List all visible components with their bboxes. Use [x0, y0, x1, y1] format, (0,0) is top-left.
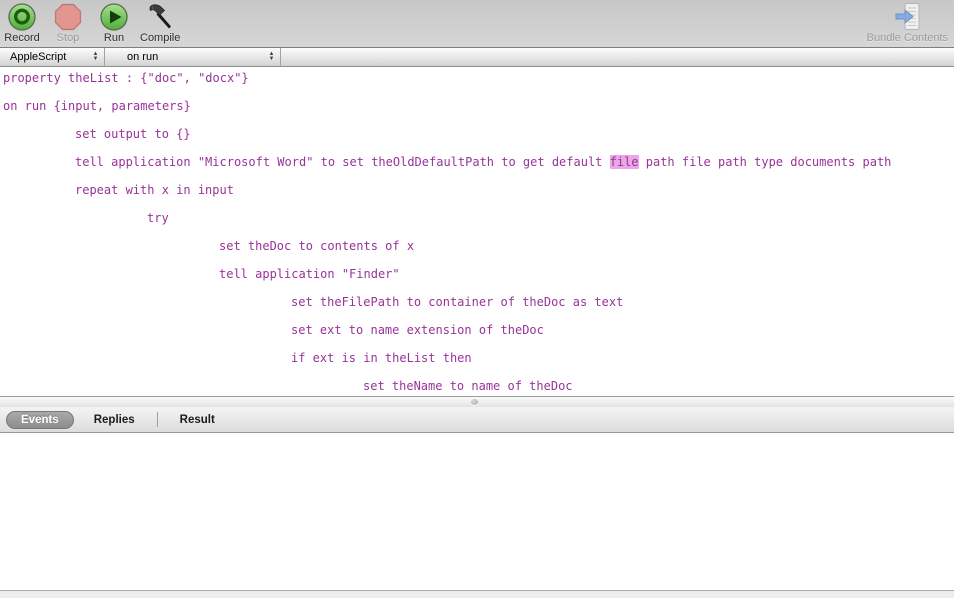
tab-events[interactable]: Events: [6, 410, 74, 429]
bundle-contents-button: Bundle Contents: [867, 2, 948, 44]
toolbar-left-group: Record Stop Run Compile: [2, 2, 186, 44]
code-lines: property theList : {"doc", "docx"} on run…: [3, 67, 954, 396]
record-button[interactable]: Record: [2, 2, 42, 44]
tab-replies[interactable]: Replies: [82, 412, 147, 428]
bundle-contents-icon: [892, 2, 922, 32]
code-line: if ext is in theList then: [291, 351, 472, 365]
code-line: on run {input, parameters}: [3, 99, 191, 113]
events-log-pane[interactable]: [0, 433, 954, 590]
stepper-arrows-icon: ▲ ▼: [92, 51, 99, 62]
code-line: set theDoc to contents of x: [219, 239, 415, 253]
toolbar: Record Stop Run Compile Bundle Contents: [0, 0, 954, 48]
handler-popup[interactable]: on run ▲ ▼: [105, 48, 281, 66]
stepper-arrows-icon: ▲ ▼: [268, 51, 275, 62]
code-line: repeat with x in input: [75, 183, 234, 197]
record-icon: [7, 2, 37, 32]
tab-result[interactable]: Result: [168, 412, 227, 428]
compile-button-label: Compile: [140, 32, 181, 44]
code-line: property theList : {"doc", "docx"}: [3, 71, 249, 85]
run-icon: [99, 2, 129, 32]
compile-button[interactable]: Compile: [140, 2, 180, 44]
tab-divider: [156, 412, 158, 427]
run-button[interactable]: Run: [94, 2, 134, 44]
search-highlight: file: [609, 155, 639, 169]
splitter-grip-icon[interactable]: [471, 399, 478, 405]
language-popup-value: AppleScript: [10, 51, 67, 63]
navigation-bar: AppleScript ▲ ▼ on run ▲ ▼: [0, 48, 954, 67]
toolbar-right-group: Bundle Contents: [867, 2, 950, 44]
code-line: tell application "Finder": [219, 267, 400, 281]
navigation-bar-spacer: [281, 48, 954, 66]
code-line: set theName to name of theDoc: [363, 379, 573, 393]
language-popup[interactable]: AppleScript ▲ ▼: [0, 48, 105, 66]
bottom-tab-bar: Events Replies Result: [0, 407, 954, 433]
stop-button-label: Stop: [56, 32, 80, 44]
code-line: set theFilePath to container of theDoc a…: [291, 295, 624, 309]
applescript-editor-window: Record Stop Run Compile Bundle Contents …: [0, 0, 954, 598]
bundle-contents-label: Bundle Contents: [866, 32, 948, 44]
record-button-label: Record: [4, 32, 40, 44]
code-line: set output to {}: [75, 127, 191, 141]
handler-popup-value: on run: [127, 51, 159, 63]
compile-icon: [145, 2, 175, 32]
run-button-label: Run: [103, 32, 125, 44]
bottom-status-strip: [0, 590, 954, 598]
stop-icon: [53, 2, 83, 32]
code-line: try: [147, 211, 169, 225]
pane-splitter[interactable]: [0, 396, 954, 407]
stop-button: Stop: [48, 2, 88, 44]
code-line: set ext to name extension of theDoc: [291, 323, 544, 337]
script-editor-pane[interactable]: property theList : {"doc", "docx"} on run…: [0, 67, 954, 396]
code-line: tell application "Microsoft Word" to set…: [75, 155, 892, 169]
